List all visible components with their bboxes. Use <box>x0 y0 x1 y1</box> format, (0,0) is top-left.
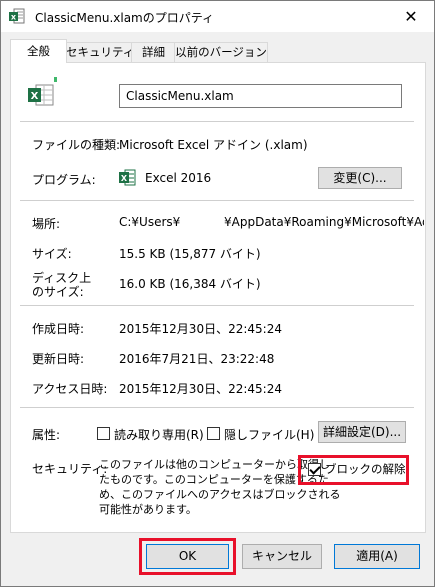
accessed-label: アクセス日時: <box>32 382 108 396</box>
change-program-button[interactable]: 変更(C)... <box>318 167 402 189</box>
close-button[interactable]: ✕ <box>388 1 434 32</box>
cancel-button[interactable]: キャンセル <box>242 544 322 569</box>
tab-details[interactable]: 詳細 <box>131 42 176 62</box>
tab-previous-versions[interactable]: 以前のバージョン <box>174 42 268 62</box>
file-name-input[interactable]: ClassicMenu.xlam <box>119 84 402 108</box>
readonly-label: 読み取り専用(R) <box>114 428 204 442</box>
advanced-attributes-button[interactable]: 詳細設定(D)... <box>318 421 406 443</box>
size-on-disk-value: 16.0 KB (16,384 バイト) <box>119 277 261 291</box>
separator <box>20 200 414 201</box>
excel-file-icon: X <box>28 77 57 106</box>
window-title: ClassicMenu.xlamのプロパティ <box>35 11 215 25</box>
title-bar: x ClassicMenu.xlamのプロパティ ✕ <box>1 1 434 32</box>
hidden-checkbox[interactable] <box>207 427 220 440</box>
created-label: 作成日時: <box>32 322 85 336</box>
separator <box>20 121 414 122</box>
size-on-disk-label-line2: のサイズ: <box>32 285 84 299</box>
svg-text:X: X <box>31 91 39 102</box>
location-prefix: C:¥Users¥ <box>119 215 181 229</box>
separator <box>20 407 414 408</box>
program-label: プログラム: <box>32 173 96 187</box>
location-suffix: ¥AppData¥Roaming¥Microsoft¥Add <box>224 215 424 229</box>
ok-button[interactable]: OK <box>146 544 229 569</box>
svg-text:x: x <box>11 13 17 22</box>
file-type-label: ファイルの種類: <box>32 138 121 152</box>
security-text-line: め、このファイルへのアクセスはブロックされる <box>99 488 341 501</box>
unblock-label: ブロックの解除(K <box>325 462 405 476</box>
general-panel: X ClassicMenu.xlam ファイルの種類: Microsoft Ex… <box>10 62 426 533</box>
properties-dialog: x ClassicMenu.xlamのプロパティ ✕ 全般 セキュリティ 詳細 … <box>0 0 435 587</box>
separator <box>20 305 414 306</box>
size-value: 15.5 KB (15,877 バイト) <box>119 247 261 261</box>
location-label: 場所: <box>32 217 61 231</box>
tab-general[interactable]: 全般 <box>10 39 67 63</box>
security-label: セキュリティ: <box>32 462 108 476</box>
unblock-checkbox[interactable] <box>308 463 321 476</box>
program-value: Excel 2016 <box>145 171 212 185</box>
security-text-line: 可能性があります。 <box>99 503 197 516</box>
modified-label: 更新日時: <box>32 352 85 366</box>
excel-icon: X <box>119 169 136 186</box>
modified-value: 2016年7月21日、23:22:48 <box>119 352 275 366</box>
apply-button[interactable]: 適用(A) <box>334 544 420 569</box>
hidden-label: 隠しファイル(H) <box>224 428 315 442</box>
svg-text:X: X <box>121 174 128 183</box>
created-value: 2015年12月30日、22:45:24 <box>119 322 282 336</box>
attributes-label: 属性: <box>32 428 61 442</box>
file-type-value: Microsoft Excel アドイン (.xlam) <box>119 138 308 152</box>
readonly-checkbox[interactable] <box>97 427 110 440</box>
excel-file-icon: x <box>9 8 25 24</box>
tab-security[interactable]: セキュリティ <box>65 42 134 62</box>
accessed-value: 2015年12月30日、22:45:24 <box>119 382 282 396</box>
size-label: サイズ: <box>32 247 72 261</box>
